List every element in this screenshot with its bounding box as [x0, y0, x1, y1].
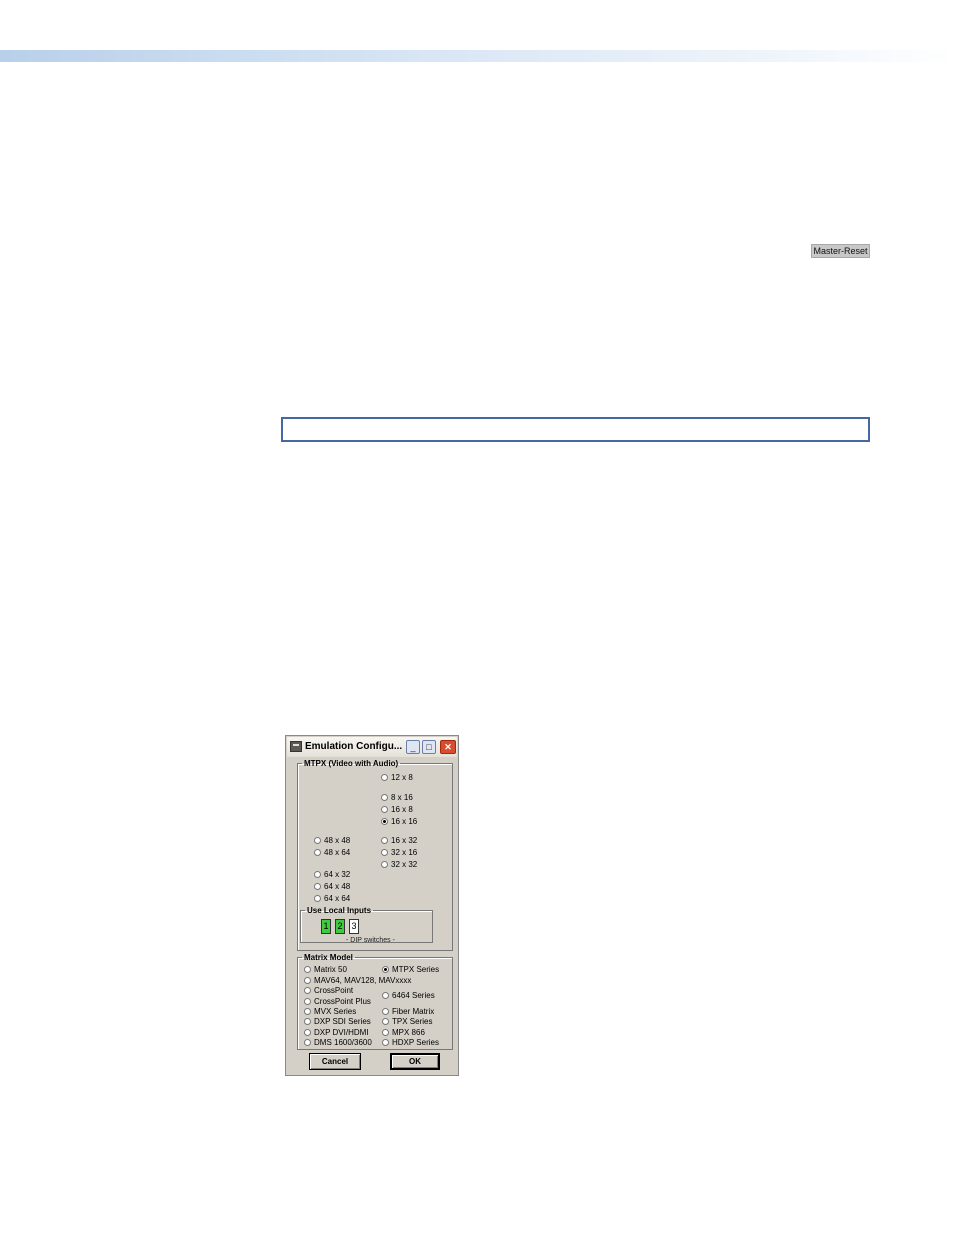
note-box [281, 417, 870, 442]
radio-circle-icon [304, 998, 311, 1005]
dip-switch-2[interactable]: 2 [335, 919, 345, 934]
radio-crosspoint-plus[interactable]: CrossPoint Plus [304, 997, 371, 1006]
close-button[interactable]: ✕ [440, 740, 456, 754]
radio-circle-icon [382, 1029, 389, 1036]
page-header-band [0, 50, 954, 62]
radio-circle-icon [314, 883, 321, 890]
radio-circle-icon [304, 1039, 311, 1046]
radio-mav[interactable]: MAV64, MAV128, MAVxxxx [304, 976, 411, 985]
radio-circle-icon [304, 987, 311, 994]
radio-circle-icon [304, 966, 311, 973]
radio-circle-icon [314, 837, 321, 844]
radio-hdxp-series[interactable]: HDXP Series [382, 1038, 439, 1047]
cancel-button[interactable]: Cancel [309, 1053, 361, 1070]
dip-switch-1[interactable]: 1 [321, 919, 331, 934]
master-reset-button[interactable]: Master-Reset [811, 244, 870, 258]
radio-circle-icon [381, 837, 388, 844]
radio-circle-icon [381, 794, 388, 801]
radio-64x32[interactable]: 64 x 32 [314, 870, 350, 879]
radio-circle-icon [304, 977, 311, 984]
radio-circle-icon [381, 774, 388, 781]
radio-selected-icon [382, 966, 389, 973]
radio-12x8[interactable]: 12 x 8 [381, 773, 413, 782]
emulation-config-dialog: Emulation Configu... _ □ ✕ MTPX (Video w… [285, 735, 459, 1076]
radio-circle-icon [304, 1008, 311, 1015]
mtpx-group-legend: MTPX (Video with Audio) [304, 759, 399, 768]
radio-64x48[interactable]: 64 x 48 [314, 882, 350, 891]
radio-circle-icon [381, 806, 388, 813]
radio-16x16[interactable]: 16 x 16 [381, 817, 417, 826]
radio-circle-icon [314, 871, 321, 878]
radio-crosspoint[interactable]: CrossPoint [304, 986, 353, 995]
radio-dms-1600-3600[interactable]: DMS 1600/3600 [304, 1038, 372, 1047]
ok-button[interactable]: OK [390, 1053, 440, 1070]
dialog-title: Emulation Configu... [305, 741, 403, 752]
radio-circle-icon [382, 1039, 389, 1046]
radio-circle-icon [381, 849, 388, 856]
radio-48x64[interactable]: 48 x 64 [314, 848, 350, 857]
dip-switches-caption: - DIP switches - [346, 937, 395, 944]
app-icon [290, 741, 302, 752]
radio-circle-icon [314, 895, 321, 902]
radio-32x16[interactable]: 32 x 16 [381, 848, 417, 857]
dip-switch-3[interactable]: 3 [349, 919, 359, 934]
radio-8x16[interactable]: 8 x 16 [381, 793, 413, 802]
radio-mvx-series[interactable]: MVX Series [304, 1007, 356, 1016]
radio-fiber-matrix[interactable]: Fiber Matrix [382, 1007, 434, 1016]
maximize-button[interactable]: □ [422, 740, 436, 754]
radio-circle-icon [304, 1029, 311, 1036]
radio-48x48[interactable]: 48 x 48 [314, 836, 350, 845]
radio-circle-icon [382, 1008, 389, 1015]
minimize-button[interactable]: _ [406, 740, 420, 754]
radio-selected-icon [381, 818, 388, 825]
radio-dxp-sdi-series[interactable]: DXP SDI Series [304, 1017, 371, 1026]
matrix-model-legend: Matrix Model [304, 953, 353, 962]
radio-32x32[interactable]: 32 x 32 [381, 860, 417, 869]
dialog-titlebar[interactable]: Emulation Configu... _ □ ✕ [287, 737, 457, 757]
radio-circle-icon [381, 861, 388, 868]
radio-circle-icon [314, 849, 321, 856]
radio-mtpx-series[interactable]: MTPX Series [382, 965, 439, 974]
radio-64x64[interactable]: 64 x 64 [314, 894, 350, 903]
radio-16x32[interactable]: 16 x 32 [381, 836, 417, 845]
radio-matrix-50[interactable]: Matrix 50 [304, 965, 347, 974]
radio-mpx-866[interactable]: MPX 866 [382, 1028, 425, 1037]
radio-dxp-dvi-hdmi[interactable]: DXP DVI/HDMI [304, 1028, 369, 1037]
radio-6464-series[interactable]: 6464 Series [382, 991, 435, 1000]
local-inputs-legend: Use Local Inputs [307, 906, 372, 915]
radio-circle-icon [304, 1018, 311, 1025]
radio-16x8[interactable]: 16 x 8 [381, 805, 413, 814]
radio-tpx-series[interactable]: TPX Series [382, 1017, 432, 1026]
radio-circle-icon [382, 1018, 389, 1025]
radio-circle-icon [382, 992, 389, 999]
